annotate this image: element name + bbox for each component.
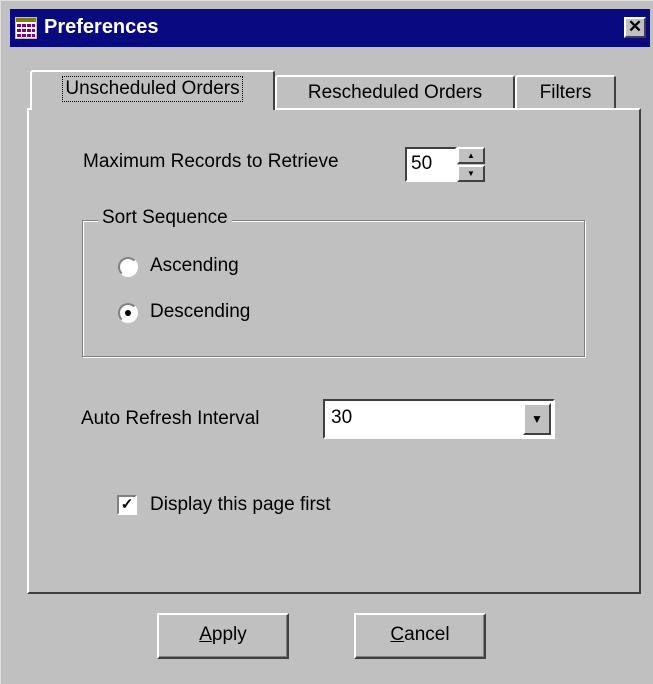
apply-mnemonic: A <box>199 624 212 645</box>
chevron-down-icon: ▼ <box>531 412 543 426</box>
cancel-label: ancel <box>404 624 450 645</box>
tab-rescheduled-orders[interactable]: Rescheduled Orders <box>275 75 515 109</box>
arrow-down-icon: ▼ <box>467 169 475 178</box>
descending-label[interactable]: Descending <box>150 301 250 323</box>
descending-radio[interactable] <box>118 303 138 323</box>
spin-down-button[interactable]: ▼ <box>457 165 485 182</box>
cancel-mnemonic: C <box>390 624 405 645</box>
auto-refresh-label: Auto Refresh Interval <box>81 408 260 429</box>
checkmark-icon: ✓ <box>120 496 134 513</box>
spin-up-button[interactable]: ▲ <box>457 147 485 164</box>
ascending-label[interactable]: Ascending <box>150 255 239 277</box>
title-bar[interactable]: Preferences ✕ <box>10 9 650 47</box>
cancel-button[interactable]: Cancel <box>354 613 486 659</box>
tab-filters[interactable]: Filters <box>515 75 616 109</box>
tab-label: Rescheduled Orders <box>307 82 483 103</box>
ascending-radio[interactable] <box>118 257 138 277</box>
max-records-input[interactable]: 50 <box>405 147 457 182</box>
apply-button[interactable]: Apply <box>157 613 289 659</box>
dropdown-button[interactable]: ▼ <box>523 403 551 435</box>
auto-refresh-value: 30 <box>331 407 353 428</box>
display-first-checkbox[interactable]: ✓ <box>117 495 137 515</box>
close-icon: ✕ <box>627 17 643 36</box>
tab-unscheduled-orders[interactable]: Unscheduled Orders <box>30 70 275 110</box>
radio-selected-dot <box>125 310 131 316</box>
window-title: Preferences <box>44 16 159 38</box>
apply-label: pply <box>211 624 247 645</box>
sort-sequence-group <box>82 220 585 357</box>
close-button[interactable]: ✕ <box>624 17 646 38</box>
grid-icon <box>15 17 37 39</box>
display-first-label[interactable]: Display this page first <box>150 494 331 516</box>
auto-refresh-dropdown[interactable]: 30 ▼ <box>323 399 555 439</box>
tab-label: Unscheduled Orders <box>62 76 243 102</box>
max-records-label: Maximum Records to Retrieve <box>83 151 339 172</box>
sort-sequence-legend: Sort Sequence <box>98 207 232 229</box>
preferences-dialog: Preferences ✕ Unscheduled Orders Resched… <box>0 0 653 684</box>
arrow-up-icon: ▲ <box>467 151 475 160</box>
tab-label: Filters <box>539 82 592 103</box>
